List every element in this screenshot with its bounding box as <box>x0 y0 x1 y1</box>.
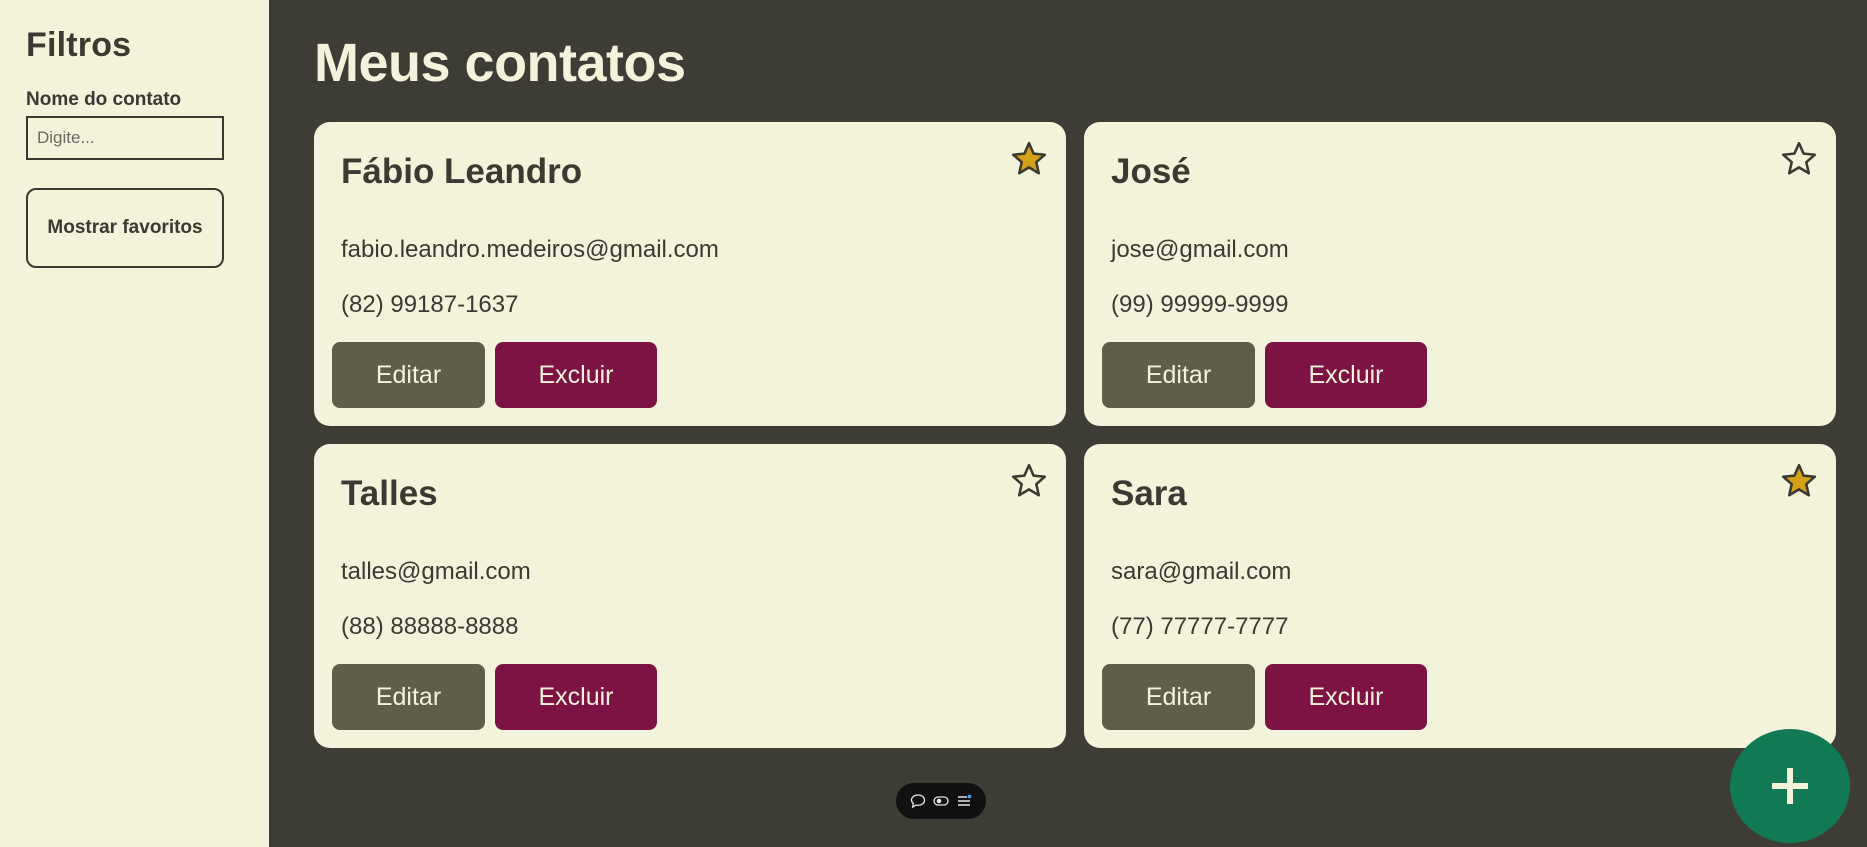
plus-icon <box>1772 768 1808 804</box>
contact-name-input[interactable] <box>26 116 224 160</box>
contact-card: Fábio Leandro fabio.leandro.medeiros@gma… <box>314 122 1066 426</box>
contacts-grid: Fábio Leandro fabio.leandro.medeiros@gma… <box>314 122 1837 748</box>
contact-email: sara@gmail.com <box>1111 558 1292 585</box>
show-favorites-button[interactable]: Mostrar favoritos <box>26 188 224 268</box>
contact-name: José <box>1111 152 1191 191</box>
contact-email: talles@gmail.com <box>341 558 531 585</box>
delete-button[interactable]: Excluir <box>495 664 657 730</box>
contact-phone: (82) 99187-1637 <box>341 291 519 318</box>
contact-card: Sara sara@gmail.com (77) 77777-7777 Edit… <box>1084 444 1836 748</box>
chat-icon[interactable] <box>910 793 926 809</box>
contact-name: Fábio Leandro <box>341 152 583 191</box>
add-contact-button[interactable] <box>1730 729 1850 843</box>
delete-button[interactable]: Excluir <box>1265 342 1427 408</box>
contact-email: jose@gmail.com <box>1111 236 1289 263</box>
edit-button[interactable]: Editar <box>1102 342 1255 408</box>
floating-toolbar <box>896 783 986 819</box>
contact-name-label: Nome do contato <box>26 89 182 110</box>
star-icon[interactable] <box>1780 140 1818 178</box>
delete-button[interactable]: Excluir <box>495 342 657 408</box>
contact-phone: (88) 88888-8888 <box>341 613 519 640</box>
contact-name: Talles <box>341 474 438 513</box>
menu-icon[interactable] <box>956 793 972 809</box>
star-icon[interactable] <box>1010 140 1048 178</box>
delete-button[interactable]: Excluir <box>1265 664 1427 730</box>
edit-button[interactable]: Editar <box>1102 664 1255 730</box>
star-icon[interactable] <box>1010 462 1048 500</box>
sidebar-title: Filtros <box>26 26 132 64</box>
contact-email: fabio.leandro.medeiros@gmail.com <box>341 236 719 263</box>
star-icon[interactable] <box>1780 462 1818 500</box>
contact-card: José jose@gmail.com (99) 99999-9999 Edit… <box>1084 122 1836 426</box>
contact-phone: (99) 99999-9999 <box>1111 291 1289 318</box>
edit-button[interactable]: Editar <box>332 342 485 408</box>
edit-button[interactable]: Editar <box>332 664 485 730</box>
page-title: Meus contatos <box>314 33 686 93</box>
toggle-icon[interactable] <box>933 793 949 809</box>
main-content: Meus contatos Fábio Leandro fabio.leandr… <box>269 0 1867 847</box>
contact-card: Talles talles@gmail.com (88) 88888-8888 … <box>314 444 1066 748</box>
sidebar: Filtros Nome do contato Mostrar favorito… <box>0 0 269 847</box>
contact-name: Sara <box>1111 474 1187 513</box>
contact-phone: (77) 77777-7777 <box>1111 613 1289 640</box>
